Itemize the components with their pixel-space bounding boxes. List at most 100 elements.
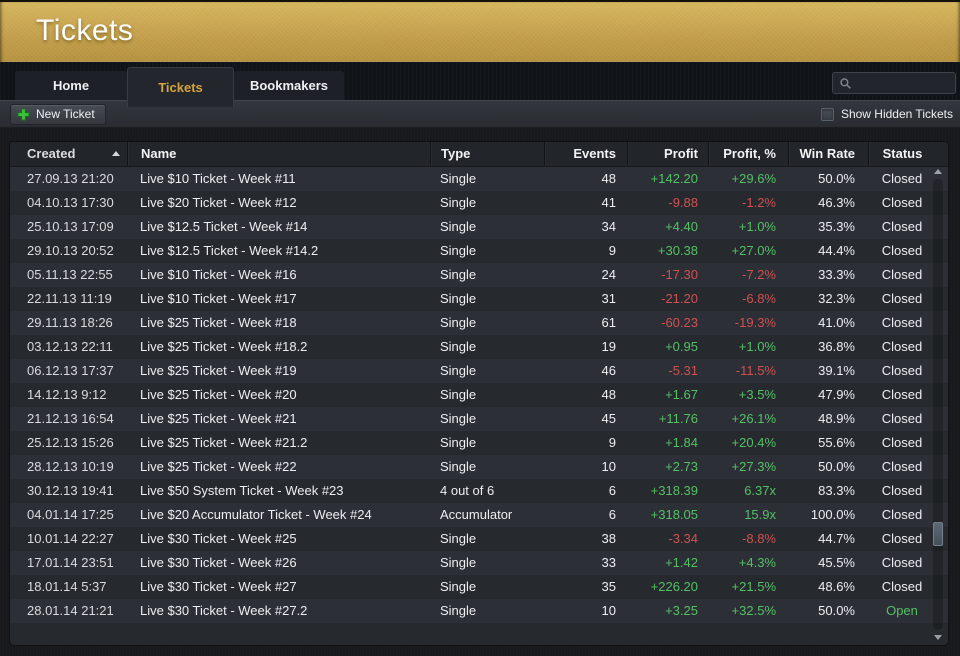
show-hidden-toggle[interactable]: Show Hidden Tickets	[821, 107, 953, 121]
tab-tickets[interactable]: Tickets	[127, 67, 234, 107]
column-header-win_rate[interactable]: Win Rate	[788, 142, 868, 166]
cell-profit: +0.95	[627, 335, 708, 359]
cell-events: 24	[544, 263, 627, 287]
cell-created: 04.01.14 17:25	[10, 503, 127, 527]
ticket-row[interactable]: 28.12.13 10:19Live $25 Ticket - Week #22…	[10, 455, 948, 479]
column-header-profit[interactable]: Profit	[627, 142, 708, 166]
new-ticket-label: New Ticket	[36, 107, 95, 121]
scroll-down-icon[interactable]	[934, 635, 942, 640]
new-ticket-button[interactable]: New Ticket	[10, 104, 106, 125]
ticket-row[interactable]: 04.10.13 17:30Live $20 Ticket - Week #12…	[10, 191, 948, 215]
ticket-row[interactable]: 29.11.13 18:26Live $25 Ticket - Week #18…	[10, 311, 948, 335]
cell-name: Live $25 Ticket - Week #18.2	[127, 335, 430, 359]
tickets-table: Created Name TypeEvents Profit Profit, %Win …	[10, 142, 948, 645]
cell-win_rate: 45.5%	[788, 551, 868, 575]
cell-profit: -3.34	[627, 527, 708, 551]
cell-events: 9	[544, 239, 627, 263]
cell-profit: +142.20	[627, 167, 708, 191]
cell-name: Live $10 Ticket - Week #17	[127, 287, 430, 311]
column-header-status[interactable]: Status	[868, 142, 948, 166]
search-box[interactable]	[832, 72, 956, 94]
cell-win_rate: 50.0%	[788, 167, 868, 191]
ticket-row[interactable]: 27.09.13 21:20Live $10 Ticket - Week #11…	[10, 167, 948, 191]
app-header: Tickets	[0, 0, 960, 62]
cell-profit_pct: +32.5%	[708, 599, 788, 623]
cell-profit: +318.05	[627, 503, 708, 527]
column-header-events[interactable]: Events	[544, 142, 627, 166]
cell-win_rate: 35.3%	[788, 215, 868, 239]
ticket-row[interactable]: 29.10.13 20:52Live $12.5 Ticket - Week #…	[10, 239, 948, 263]
cell-created: 17.01.14 23:51	[10, 551, 127, 575]
cell-win_rate: 41.0%	[788, 311, 868, 335]
cell-events: 46	[544, 359, 627, 383]
cell-name: Live $20 Ticket - Week #12	[127, 191, 430, 215]
ticket-row[interactable]: 28.01.14 21:21Live $30 Ticket - Week #27…	[10, 599, 948, 623]
column-header-name[interactable]: Name	[127, 142, 430, 166]
search-input[interactable]	[857, 76, 951, 90]
table-body: 27.09.13 21:20Live $10 Ticket - Week #11…	[10, 167, 948, 623]
tab-home[interactable]: Home	[15, 71, 127, 100]
scrollbar-thumb[interactable]	[933, 522, 943, 546]
ticket-row[interactable]: 05.11.13 22:55Live $10 Ticket - Week #16…	[10, 263, 948, 287]
vertical-scrollbar[interactable]	[931, 169, 945, 640]
cell-profit: +30.38	[627, 239, 708, 263]
cell-events: 19	[544, 335, 627, 359]
cell-profit_pct: +21.5%	[708, 575, 788, 599]
cell-type: Single	[430, 431, 544, 455]
ticket-row[interactable]: 25.12.13 15:26Live $25 Ticket - Week #21…	[10, 431, 948, 455]
cell-name: Live $12.5 Ticket - Week #14	[127, 215, 430, 239]
sort-asc-icon	[112, 151, 120, 156]
cell-profit: -17.30	[627, 263, 708, 287]
cell-created: 18.01.14 5:37	[10, 575, 127, 599]
cell-profit: +4.40	[627, 215, 708, 239]
cell-events: 45	[544, 407, 627, 431]
cell-profit: +11.76	[627, 407, 708, 431]
cell-profit_pct: -11.5%	[708, 359, 788, 383]
cell-created: 29.11.13 18:26	[10, 311, 127, 335]
cell-profit_pct: +1.0%	[708, 215, 788, 239]
ticket-row[interactable]: 03.12.13 22:11Live $25 Ticket - Week #18…	[10, 335, 948, 359]
column-header-profit_pct[interactable]: Profit, %	[708, 142, 788, 166]
ticket-row[interactable]: 25.10.13 17:09Live $12.5 Ticket - Week #…	[10, 215, 948, 239]
tab-bookmakers[interactable]: Bookmakers	[234, 71, 344, 100]
cell-events: 10	[544, 455, 627, 479]
ticket-row[interactable]: 17.01.14 23:51Live $30 Ticket - Week #26…	[10, 551, 948, 575]
ticket-row[interactable]: 18.01.14 5:37Live $30 Ticket - Week #27S…	[10, 575, 948, 599]
show-hidden-checkbox[interactable]	[821, 108, 834, 121]
cell-profit: +318.39	[627, 479, 708, 503]
column-label: Profit	[664, 146, 698, 161]
cell-created: 03.12.13 22:11	[10, 335, 127, 359]
ticket-row[interactable]: 14.12.13 9:12Live $25 Ticket - Week #20S…	[10, 383, 948, 407]
scroll-up-icon[interactable]	[934, 169, 942, 174]
cell-type: Single	[430, 191, 544, 215]
ticket-row[interactable]: 30.12.13 19:41Live $50 System Ticket - W…	[10, 479, 948, 503]
cell-created: 28.01.14 21:21	[10, 599, 127, 623]
cell-created: 06.12.13 17:37	[10, 359, 127, 383]
cell-created: 05.11.13 22:55	[10, 263, 127, 287]
ticket-row[interactable]: 10.01.14 22:27Live $30 Ticket - Week #25…	[10, 527, 948, 551]
cell-type: Single	[430, 551, 544, 575]
cell-profit_pct: +1.0%	[708, 335, 788, 359]
cell-win_rate: 44.7%	[788, 527, 868, 551]
cell-events: 48	[544, 167, 627, 191]
ticket-row[interactable]: 04.01.14 17:25Live $20 Accumulator Ticke…	[10, 503, 948, 527]
ticket-row[interactable]: 06.12.13 17:37Live $25 Ticket - Week #19…	[10, 359, 948, 383]
cell-profit: -21.20	[627, 287, 708, 311]
cell-profit_pct: +27.0%	[708, 239, 788, 263]
column-header-type[interactable]: Type	[430, 142, 544, 166]
cell-profit_pct: +4.3%	[708, 551, 788, 575]
column-label: Name	[141, 146, 176, 161]
cell-events: 41	[544, 191, 627, 215]
cell-events: 61	[544, 311, 627, 335]
ticket-row[interactable]: 22.11.13 11:19Live $10 Ticket - Week #17…	[10, 287, 948, 311]
cell-type: Single	[430, 455, 544, 479]
cell-created: 14.12.13 9:12	[10, 383, 127, 407]
cell-name: Live $12.5 Ticket - Week #14.2	[127, 239, 430, 263]
cell-created: 28.12.13 10:19	[10, 455, 127, 479]
ticket-row[interactable]: 21.12.13 16:54Live $25 Ticket - Week #21…	[10, 407, 948, 431]
column-header-created[interactable]: Created	[10, 142, 127, 166]
cell-type: Single	[430, 167, 544, 191]
scrollbar-track[interactable]	[932, 178, 944, 631]
cell-profit_pct: 15.9x	[708, 503, 788, 527]
cell-profit_pct: +3.5%	[708, 383, 788, 407]
